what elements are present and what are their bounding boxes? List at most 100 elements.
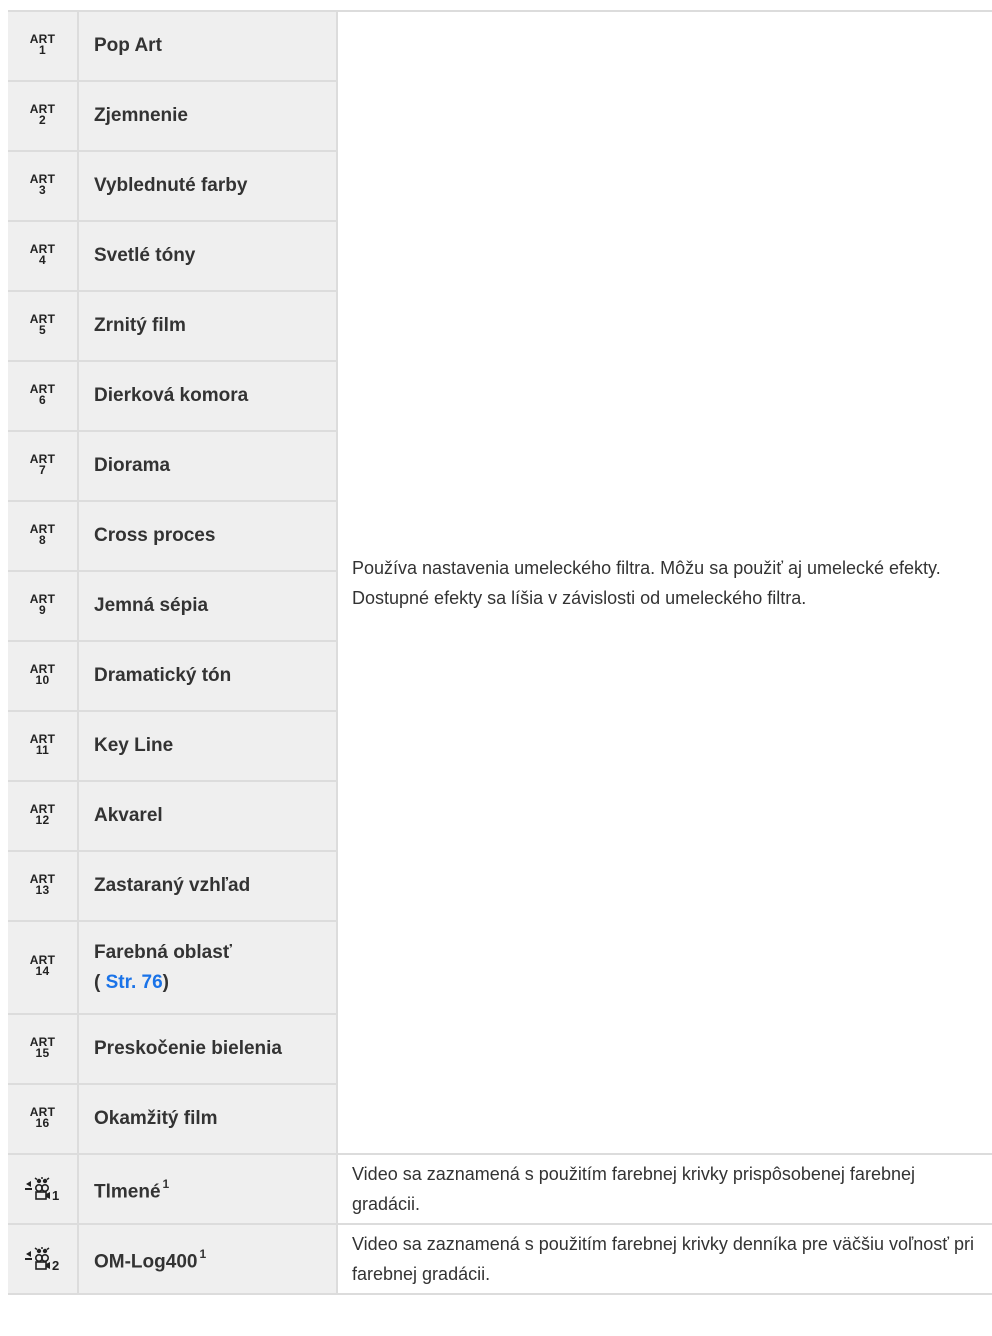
art-filter-icon: ART 14 bbox=[30, 954, 56, 978]
filter-name-cell: Key Line bbox=[78, 711, 338, 782]
page-reference-link[interactable]: Str. 76 bbox=[106, 972, 163, 993]
footnote-marker: 1 bbox=[162, 1176, 170, 1191]
art-badge-number: 2 bbox=[39, 112, 46, 127]
filter-name-cell: Svetlé tóny bbox=[78, 221, 338, 292]
filter-name-cell: Zrnitý film bbox=[78, 291, 338, 362]
filter-name-cell: Dierková komora bbox=[78, 361, 338, 432]
footnote-marker: 1 bbox=[199, 1246, 207, 1261]
filter-name-cell: Preskočenie bielenia bbox=[78, 1014, 338, 1085]
table-row: ART 1 Pop Art Používa nastavenia umeleckého… bbox=[8, 10, 992, 1155]
art-filter-icon-cell: ART 7 bbox=[8, 431, 79, 502]
filter-name-cell: Okamžitý film bbox=[78, 1084, 338, 1155]
art-badge-number: 14 bbox=[35, 964, 50, 978]
art-filter-icon-cell: ART 14 bbox=[8, 921, 79, 1015]
filter-name: Farebná oblasť bbox=[94, 941, 232, 963]
art-filter-icon: ART 10 bbox=[30, 663, 56, 687]
art-badge-number: 1 bbox=[39, 42, 46, 57]
art-filter-icon: ART 13 bbox=[30, 873, 56, 897]
filter-name-cell: Zastaraný vzhľad bbox=[78, 851, 338, 922]
art-filter-icon: ART 11 bbox=[30, 733, 56, 757]
filter-name: Pop Art bbox=[94, 35, 162, 56]
art-filter-icon-cell: ART 15 bbox=[8, 1014, 79, 1085]
art-filter-icon-cell: ART 3 bbox=[8, 151, 79, 222]
art-badge-number: 6 bbox=[39, 392, 46, 407]
art-badge-number: 15 bbox=[35, 1045, 50, 1060]
art-badge-number: 9 bbox=[39, 602, 46, 617]
art-filter-icon: ART 7 bbox=[30, 453, 56, 477]
art-badge-number: 3 bbox=[39, 182, 46, 197]
art-filter-icon-cell: ART 13 bbox=[8, 851, 79, 922]
art-filter-icon-cell: ART 10 bbox=[8, 641, 79, 712]
filter-name: Okamžitý film bbox=[94, 1108, 218, 1129]
art-filter-icon-cell: ART 9 bbox=[8, 571, 79, 642]
filter-name-cell: Zjemnenie bbox=[78, 81, 338, 152]
table-row: 1 Tlmené 1 Video sa zaznamená s použitím fa… bbox=[8, 1154, 992, 1225]
filter-name: Preskočenie bielenia bbox=[94, 1038, 282, 1059]
filter-name: Zrnitý film bbox=[94, 315, 186, 336]
art-filter-icon-cell: ART 11 bbox=[8, 711, 79, 782]
art-badge-number: 8 bbox=[39, 532, 46, 547]
art-badge-number: 11 bbox=[35, 742, 50, 757]
video-mode-icon-cell: 2 bbox=[8, 1224, 79, 1295]
video-mode-icon-cell: 1 bbox=[8, 1154, 79, 1225]
filter-name: Akvarel bbox=[94, 805, 163, 826]
link-close-paren: ) bbox=[162, 971, 169, 993]
filter-name: Vyblednuté farby bbox=[94, 175, 248, 196]
art-filter-icon: ART 15 bbox=[30, 1036, 56, 1060]
video-mode-number: 2 bbox=[52, 1258, 59, 1272]
link-open-paren: ( bbox=[94, 971, 106, 993]
video-mode-number: 1 bbox=[52, 1188, 59, 1202]
art-filter-icon: ART 9 bbox=[30, 593, 56, 617]
art-filter-icon-cell: ART 16 bbox=[8, 1084, 79, 1155]
filter-name-cell: Farebná oblasť ( Str. 76) bbox=[78, 921, 338, 1015]
art-badge-number: 7 bbox=[39, 462, 46, 477]
art-filter-icon: ART 2 bbox=[30, 103, 56, 127]
filter-name: Dierková komora bbox=[94, 385, 249, 406]
filter-name-cell: Dramatický tón bbox=[78, 641, 338, 712]
art-badge-number: 5 bbox=[39, 322, 46, 337]
art-filter-icon-cell: ART 2 bbox=[8, 81, 79, 152]
filter-name: Key Line bbox=[94, 735, 174, 756]
filter-name-cell: Pop Art bbox=[78, 10, 338, 82]
art-badge-number: 10 bbox=[35, 672, 50, 687]
video-mode-name-cell: OM-Log400 1 bbox=[78, 1224, 338, 1295]
filter-name: Jemná sépia bbox=[94, 595, 209, 616]
video-mode-name-cell: Tlmené 1 bbox=[78, 1154, 338, 1225]
art-filter-icon-cell: ART 12 bbox=[8, 781, 79, 852]
table-row: 2 OM-Log400 1 Video sa zaznamená s použitím… bbox=[8, 1224, 992, 1295]
video-mode-name: Tlmené bbox=[94, 1181, 161, 1203]
filter-name-cell: Akvarel bbox=[78, 781, 338, 852]
picture-mode-table: ART 1 Pop Art Používa nastavenia umeleckého… bbox=[8, 10, 992, 1295]
art-filter-icon-cell: ART 4 bbox=[8, 221, 79, 292]
art-filter-icon: ART 5 bbox=[30, 313, 56, 337]
art-filter-icon-cell: ART 8 bbox=[8, 501, 79, 572]
art-filter-icon: ART 6 bbox=[30, 383, 56, 407]
filter-name: Diorama bbox=[94, 455, 171, 476]
art-filter-icon: ART 3 bbox=[30, 173, 56, 197]
filter-name-cell: Vyblednuté farby bbox=[78, 151, 338, 222]
video-mode-description: Video sa zaznamená s použitím farebnej k… bbox=[337, 1154, 992, 1225]
art-filter-icon: ART 8 bbox=[30, 523, 56, 547]
art-badge-number: 13 bbox=[35, 882, 50, 897]
art-badge-number: 4 bbox=[39, 252, 46, 267]
filter-name: Zastaraný vzhľad bbox=[94, 875, 251, 896]
art-filter-icon-cell: ART 6 bbox=[8, 361, 79, 432]
art-filter-icon: ART 12 bbox=[30, 803, 56, 827]
art-badge-number: 16 bbox=[35, 1115, 50, 1130]
art-badge-number: 12 bbox=[35, 812, 50, 827]
art-filter-icon: ART 16 bbox=[30, 1106, 56, 1130]
filter-name: Svetlé tóny bbox=[94, 245, 196, 266]
filter-name-cell: Cross proces bbox=[78, 501, 338, 572]
filter-name: Zjemnenie bbox=[94, 105, 188, 126]
art-filter-icon: ART 4 bbox=[30, 243, 56, 267]
art-filter-icon: ART 1 bbox=[30, 33, 56, 57]
video-picture-mode-icon: 2 bbox=[24, 1247, 59, 1272]
filter-name-cell: Jemná sépia bbox=[78, 571, 338, 642]
filter-name: Dramatický tón bbox=[94, 665, 232, 686]
art-filter-icon-cell: ART 1 bbox=[8, 10, 79, 82]
art-filter-description: Používa nastavenia umeleckého filtra. Mô… bbox=[337, 10, 992, 1155]
video-picture-mode-icon: 1 bbox=[24, 1177, 59, 1202]
video-mode-name: OM-Log400 bbox=[94, 1251, 198, 1273]
video-mode-description: Video sa zaznamená s použitím farebnej k… bbox=[337, 1224, 992, 1295]
art-filter-icon-cell: ART 5 bbox=[8, 291, 79, 362]
